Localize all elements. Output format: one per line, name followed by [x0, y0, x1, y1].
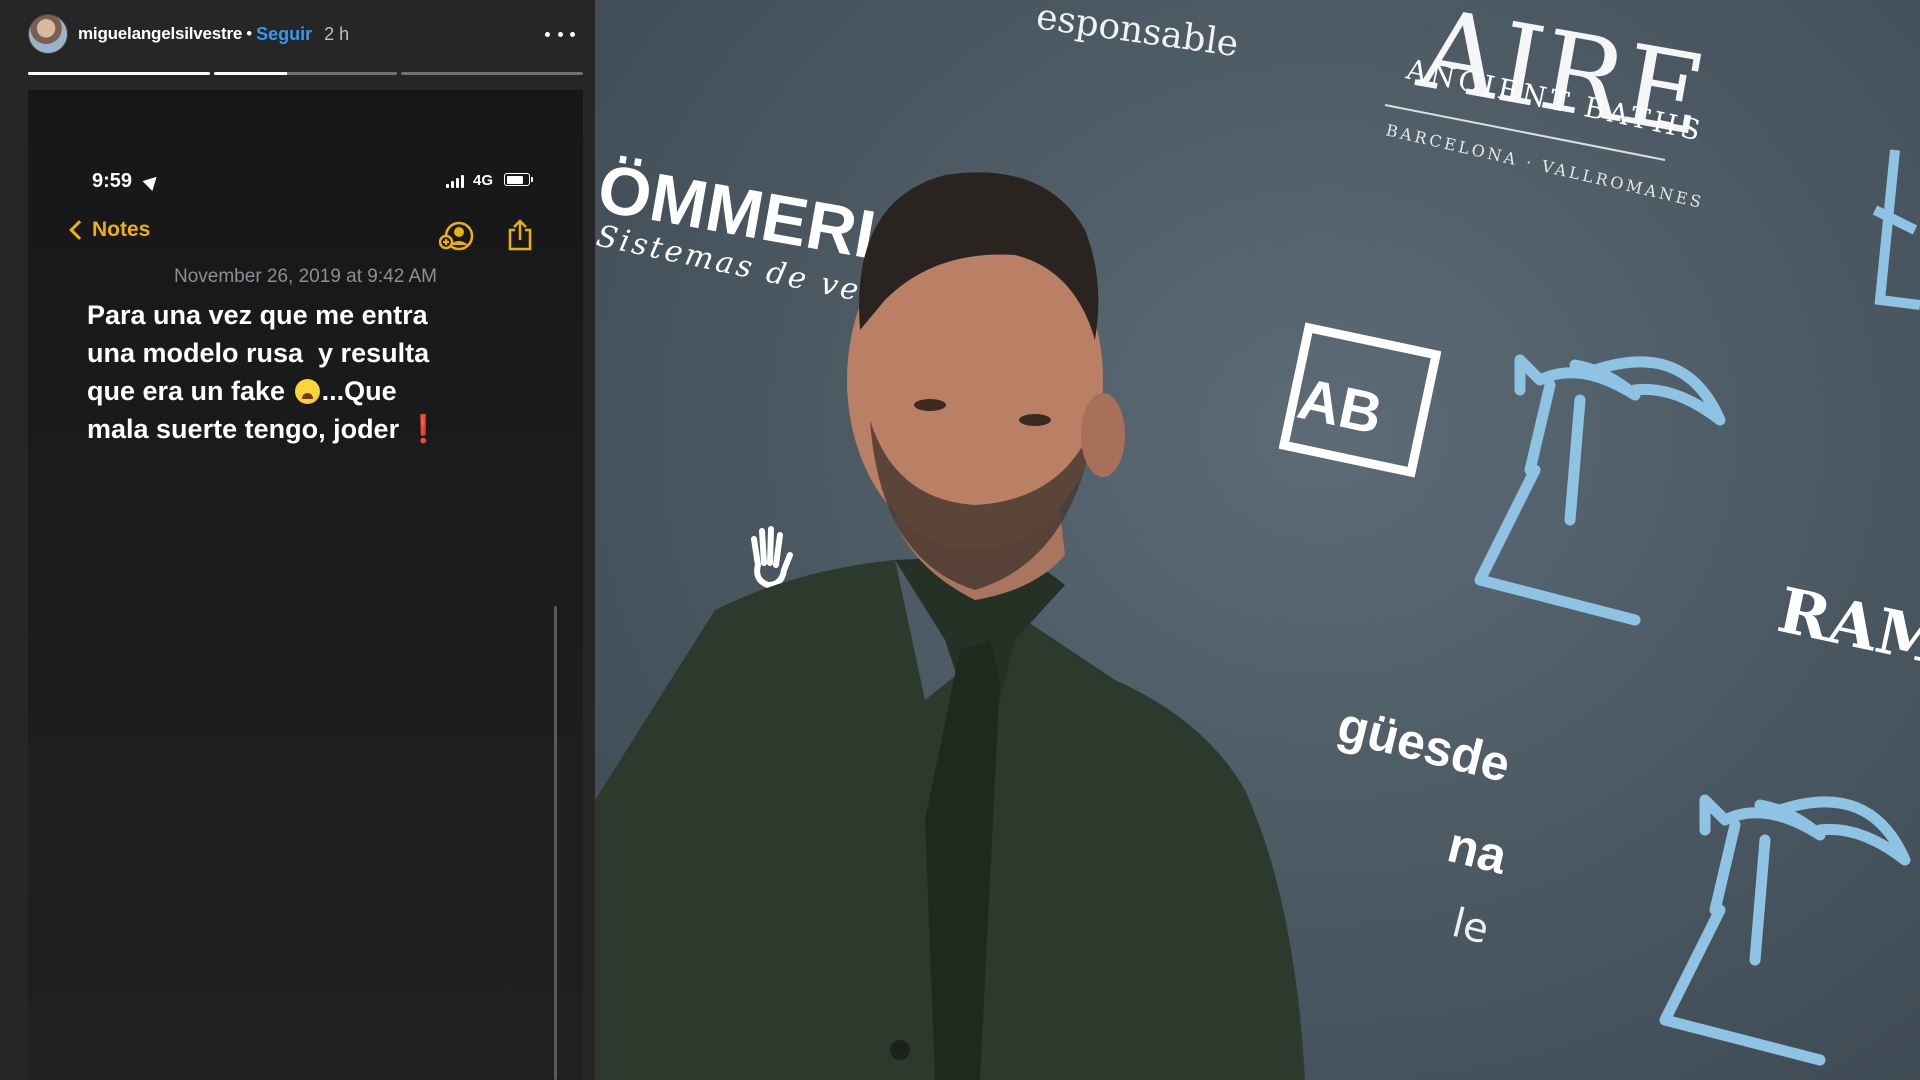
story-timestamp: 2 h	[324, 23, 350, 44]
horse-logo	[1474, 354, 1726, 626]
story-username[interactable]: miguelangelsilvestre	[78, 24, 242, 44]
follow-button[interactable]: Seguir	[256, 24, 312, 45]
network-type: 4G	[473, 172, 494, 189]
note-body[interactable]: Para una vez que me entra una modelo rus…	[87, 296, 527, 448]
avatar[interactable]	[28, 14, 68, 54]
brand-ram: RAM	[1772, 573, 1920, 679]
scrollbar[interactable]	[554, 606, 557, 1080]
backdrop-text-top: esponsable	[1034, 0, 1241, 65]
note-line: que era un fake ...Que	[87, 372, 527, 410]
exclamation-icon: ❗	[406, 414, 441, 444]
note-line: Para una vez que me entra	[87, 300, 428, 330]
share-icon[interactable]	[506, 218, 534, 252]
notes-nav-bar: Notes	[28, 218, 583, 254]
notes-screenshot: 9:59 4G Notes November 26, 2019 at 9:42 …	[28, 90, 583, 1080]
add-people-icon[interactable]	[439, 220, 475, 252]
note-date: November 26, 2019 at 9:42 AM	[174, 266, 437, 287]
progress-segment	[28, 72, 211, 75]
story-progress	[28, 72, 583, 75]
progress-segment	[214, 72, 397, 75]
note-line: mala suerte tengo, joder ❗	[87, 410, 527, 448]
battery-icon	[504, 173, 533, 186]
note-text: ...Que	[321, 376, 397, 406]
status-time: 9:59	[92, 170, 133, 192]
signal-icon	[446, 174, 464, 188]
story-panel: miguelangelsilvestre • Seguir 2 h 9:59 4…	[0, 0, 595, 1080]
progress-segment	[400, 72, 583, 75]
event-photo: esponsable AIRE ANCIENT BATHS BARCELONA …	[595, 0, 1920, 1080]
photo-canvas: esponsable AIRE ANCIENT BATHS BARCELONA …	[595, 0, 1920, 1080]
chevron-left-icon	[69, 220, 89, 240]
backdrop-text-lower: na	[1442, 816, 1513, 885]
back-button[interactable]: Notes	[68, 218, 150, 242]
hand-icon	[751, 526, 793, 589]
person-figure	[595, 172, 1305, 1080]
header-separator: •	[246, 24, 253, 43]
note-text: que era un fake	[87, 376, 286, 406]
location-arrow-icon	[142, 171, 162, 192]
backdrop-text-lower: le	[1448, 900, 1494, 953]
story-header: miguelangelsilvestre • Seguir 2 h	[28, 12, 583, 56]
ab-logo: AB	[1278, 322, 1442, 478]
back-label: Notes	[92, 218, 151, 241]
horse-logo	[1659, 794, 1911, 1066]
horse-logo-partial	[1872, 149, 1920, 310]
backdrop-text-lower: güesde	[1332, 696, 1515, 793]
more-horizontal-icon[interactable]	[545, 20, 575, 48]
weary-face-emoji-icon	[294, 379, 320, 404]
ab-logo-text: AB	[1292, 366, 1387, 447]
note-text: mala suerte tengo, joder	[87, 414, 400, 444]
status-bar: 9:59 4G	[28, 170, 583, 198]
note-line: una modelo rusa y resulta	[87, 338, 430, 368]
